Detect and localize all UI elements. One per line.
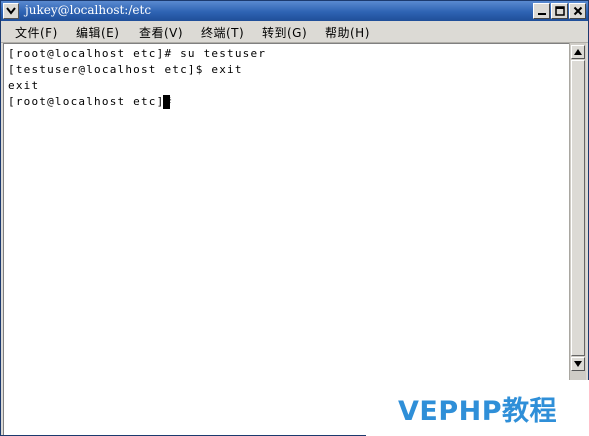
watermark-text: VEPHP教程 bbox=[397, 395, 557, 427]
menu-help[interactable]: 帮助(H) bbox=[325, 24, 370, 41]
menu-file[interactable]: 文件(F) bbox=[15, 24, 58, 41]
menu-edit[interactable]: 编辑(E) bbox=[76, 24, 119, 41]
menu-terminal[interactable]: 终端(T) bbox=[201, 24, 244, 41]
arrow-up-icon bbox=[574, 49, 582, 55]
text-cursor bbox=[163, 95, 170, 109]
scroll-down-button[interactable] bbox=[571, 357, 585, 371]
terminal-line: exit bbox=[8, 79, 40, 92]
terminal-window: jukey@localhost:/etc 文件(F) 编辑(E) 查看(V) 终… bbox=[0, 0, 589, 436]
watermark: VEPHP教程 bbox=[366, 380, 589, 436]
vertical-scrollbar[interactable] bbox=[569, 43, 586, 381]
menu-view[interactable]: 查看(V) bbox=[139, 24, 183, 41]
maximize-button[interactable] bbox=[551, 3, 568, 19]
menu-goto[interactable]: 转到(G) bbox=[262, 24, 307, 41]
title-bar[interactable]: jukey@localhost:/etc bbox=[1, 1, 588, 21]
menu-bar: 文件(F) 编辑(E) 查看(V) 终端(T) 转到(G) 帮助(H) bbox=[1, 21, 588, 43]
close-icon bbox=[573, 6, 582, 16]
arrow-down-icon bbox=[574, 361, 582, 367]
maximize-icon bbox=[554, 6, 565, 16]
chevron-down-icon bbox=[6, 7, 16, 15]
terminal-area[interactable]: [root@localhost etc]# su testuser [testu… bbox=[3, 43, 569, 435]
window-title: jukey@localhost:/etc bbox=[25, 3, 152, 17]
terminal-line: [root@localhost etc]# su testuser bbox=[8, 47, 267, 60]
minimize-button[interactable] bbox=[533, 3, 550, 19]
close-button[interactable] bbox=[569, 3, 586, 19]
terminal-prompt-line: [root@localhost etc]# bbox=[8, 95, 181, 108]
minimize-icon bbox=[537, 13, 546, 15]
scroll-up-button[interactable] bbox=[571, 45, 585, 59]
terminal-line: [testuser@localhost etc]$ exit bbox=[8, 63, 243, 76]
window-menu-button[interactable] bbox=[3, 3, 19, 19]
scrollbar-thumb[interactable] bbox=[571, 60, 585, 356]
